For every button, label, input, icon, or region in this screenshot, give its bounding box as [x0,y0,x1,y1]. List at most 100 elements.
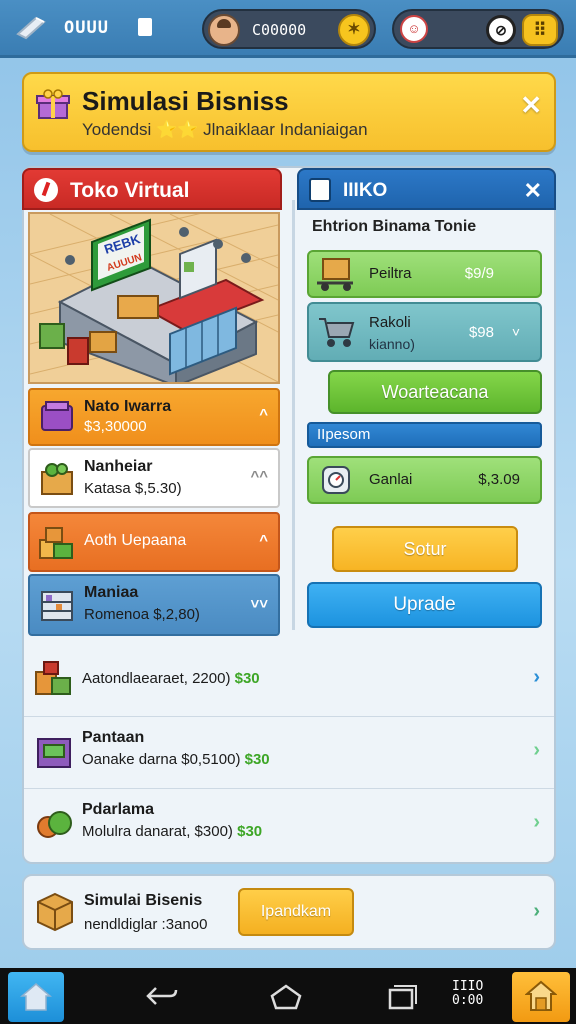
item-name: Nato Iwarra [84,398,172,415]
bottom-action-button[interactable]: Ipandkam [238,888,354,936]
shop-button[interactable] [512,972,570,1022]
item-price: $9/9 [464,265,494,282]
item-name: Aoth Uepaana [84,532,187,549]
mascot-icon: ☺ [400,15,428,43]
delivery-cart-icon [317,258,353,291]
row-description: Aatondlaearaet, 2200) $30 [82,670,260,687]
row-value: $30 [244,751,270,768]
header-banner: Simulasi Bisniss Yodendsi ⭐⭐ Jlnaiklaar … [22,72,556,152]
chevron-right-icon[interactable]: › [533,666,540,689]
home-nav-icon[interactable] [270,984,302,1010]
row-description: Molulra danarat, $300) $30 [82,823,262,840]
grocery-box-icon [41,463,73,495]
chevron-up-icon[interactable]: ^ [259,406,268,423]
page-subtitle: Yodendsi ⭐⭐ Jlnaiklaar Indaniaigan [82,120,368,139]
bottom-subtitle: nendldiglar :3ano0 [84,916,208,933]
cart-icon [319,318,355,347]
chevron-right-icon[interactable]: › [533,739,540,762]
crates-icon [39,527,73,559]
item-sub: kianno) [369,336,415,352]
menu-grid-button[interactable]: ⠿ [522,14,558,46]
chevron-up-icon[interactable]: ^ [259,532,268,549]
document-icon [309,178,331,202]
home-button[interactable] [8,972,64,1022]
list-item[interactable]: Peiltra $9/9 [307,250,542,298]
clock-readout: IIIO 0:00 [452,980,483,1008]
green-action-button[interactable]: Woarteacana [328,370,542,414]
close-icon[interactable]: ✕ [520,90,542,121]
close-icon[interactable]: ✕ [524,178,542,204]
page-title: Simulasi Bisniss [82,86,289,116]
row-name: Pantaan [82,729,145,746]
item-price: Katasa $,5.30) [84,480,182,497]
package-icon [35,661,71,695]
iiiko-title: IIIKO [343,180,388,201]
avatar[interactable] [208,14,240,46]
row-desc-text: Oanake darna $0,5100) [82,751,241,768]
chevron-right-icon[interactable]: › [533,811,540,834]
navigation-bar: IIIO 0:00 [0,968,576,1024]
produce-icon [37,811,72,838]
bottom-title: Simulai Bisenis [84,892,203,909]
section-heading: Ehtrion Binama Tonie [312,218,477,235]
clock-icon[interactable]: ⊘ [486,15,516,45]
list-item[interactable]: Rakoli kianno) $98 ˅ [307,302,542,362]
toko-virtual-header[interactable]: Toko Virtual [22,168,282,210]
row-description: Oanake darna $0,5100) $30 [82,751,270,768]
gift-icon [36,89,70,119]
back-icon[interactable] [144,984,180,1008]
yellow-action-button[interactable]: Sotur [332,526,518,572]
table-row[interactable]: Pantaan Oanake darna $0,5100) $30 › [24,716,554,788]
item-name: Nanheiar [84,458,153,475]
coins-counter: C00000 [252,21,307,39]
status-bar: OUUU C00000 ✶ ☺ ⊘ ⠿ [0,0,576,58]
shelf-icon [41,591,73,621]
clock-line1: IIIO [452,979,484,994]
timer-pill[interactable]: ☺ ⊘ ⠿ [392,9,564,49]
item-name: Ganlai [369,471,413,488]
recent-apps-icon[interactable] [388,984,418,1010]
box-icon [37,892,73,932]
item-name: Maniaa [84,584,139,601]
coin-icon[interactable]: ✶ [338,14,370,46]
table-row[interactable]: Aatondlaearaet, 2200) $30 › [24,644,554,716]
status-text: OUUU [64,18,109,38]
row-desc-text: Molulra danarat, $300) [82,823,233,840]
list-item[interactable]: Maniaa Romenoa $,2,80) ˅˅ [28,574,280,636]
row-name: Pdarlama [82,801,155,818]
row-desc-text: Aatondlaearaet, 2200) [82,670,231,687]
chevron-down-icon[interactable]: ˅ [512,324,520,340]
row-value: $30 [234,670,260,687]
clock-icon [34,178,58,202]
cash-register-icon [37,738,71,768]
list-item[interactable]: Nato Iwarra $3,30000 ^ [28,388,280,446]
house-icon [20,983,52,1011]
item-price: $98 [468,324,494,341]
wrench-icon[interactable] [14,14,48,40]
chevron-down-icon[interactable]: ˅˅ [250,596,268,613]
shop-illustration[interactable]: REBK AUUUN [28,212,280,384]
item-price: $3,30000 [84,418,147,435]
column-divider [292,200,295,630]
item-name: Peiltra [369,265,412,282]
list-item[interactable]: Aoth Uepaana ^ [28,512,280,572]
player-coins-pill[interactable]: C00000 ✶ [202,9,376,49]
item-name: Rakoli [369,314,411,331]
list-item[interactable]: Ganlai $,3.09 [307,456,542,504]
table-row[interactable]: Pdarlama Molulra danarat, $300) $30 › [24,788,554,860]
chevron-up-icon[interactable]: ^^ [250,468,268,485]
list-item[interactable]: Nanheiar Katasa $,5.30) ^^ [28,448,280,508]
upgrade-button[interactable]: Uprade [307,582,542,628]
scale-icon [322,466,350,494]
iiiko-header[interactable]: IIIKO ✕ [297,168,556,210]
shop-house-icon [525,980,557,1011]
clock-line2: 0:00 [452,993,484,1008]
bottom-panel: Simulai Bisenis nendldiglar :3ano0 Ipand… [22,874,556,950]
row-value: $30 [237,823,263,840]
item-price: $,3.09 [478,471,520,488]
cart-icon [41,401,73,431]
item-price: Romenoa $,2,80) [84,606,200,623]
flag-icon [138,18,152,36]
chevron-right-icon[interactable]: › [533,900,540,923]
toko-virtual-title: Toko Virtual [70,179,190,202]
